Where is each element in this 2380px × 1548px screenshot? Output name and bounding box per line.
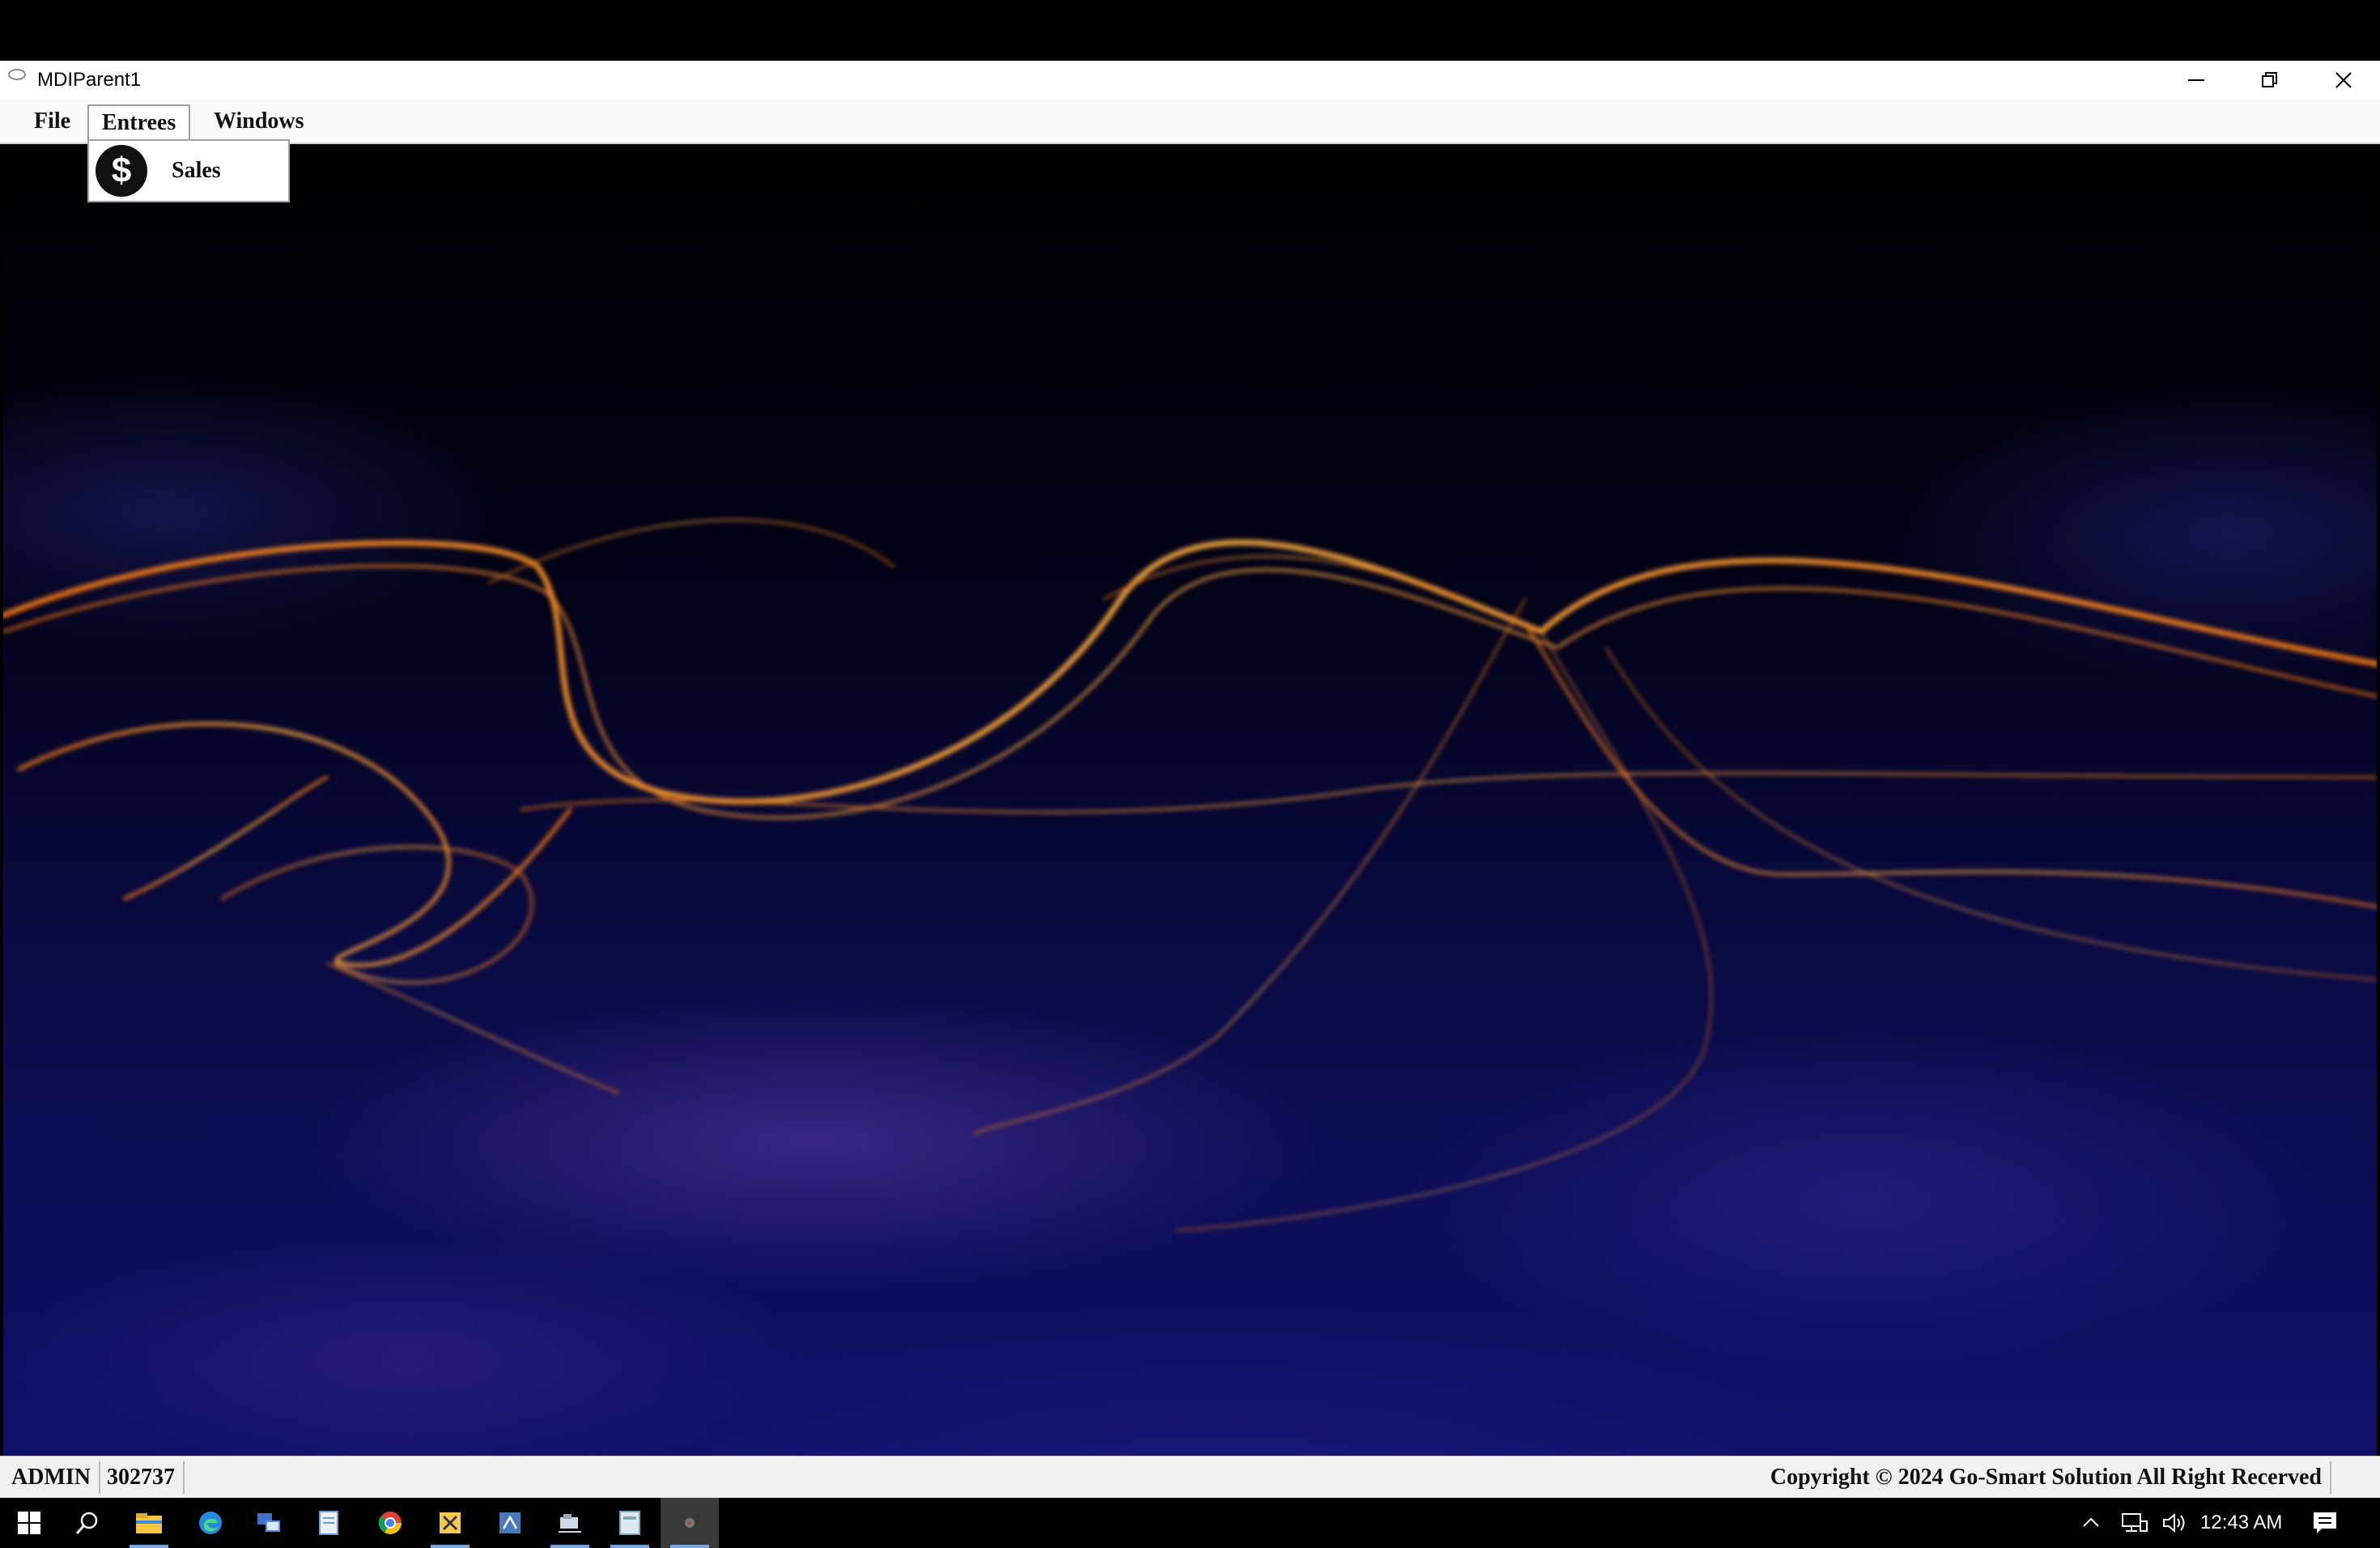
start-button[interactable] [0,1498,58,1548]
notes-app-icon [619,1511,640,1535]
tray-notification-button[interactable] [2312,1498,2338,1548]
search-button[interactable] [58,1498,117,1548]
mdi-app-icon [685,1518,695,1528]
minimize-icon [2187,79,2204,81]
taskbar-chrome[interactable] [361,1498,419,1548]
menu-bar: File Entrees Windows [0,99,2380,144]
close-button[interactable] [2306,61,2380,99]
menu-file[interactable]: File [21,104,83,138]
notepad-icon [319,1511,338,1535]
taskbar-notepad[interactable] [300,1498,358,1548]
wallpaper-flame-art [3,518,2377,1232]
app-running-indicator [550,1545,589,1548]
status-user: ADMIN [3,1461,100,1494]
window-title-bar[interactable]: MDIParent1 [0,61,2380,99]
taskbar-edge[interactable] [181,1498,240,1548]
search-icon [75,1512,98,1534]
taskbar: 12:43 AM [0,1498,2380,1548]
minimize-button[interactable] [2159,61,2233,99]
menu-item-sales-label: Sales [172,158,221,183]
window-controls [2159,61,2380,99]
taskbar-clock[interactable]: 12:43 AM [2200,1498,2282,1548]
tools-app-icon [440,1512,461,1533]
windows-start-icon [18,1512,40,1534]
dollar-icon: $ [96,145,147,197]
taskbar-app[interactable] [541,1498,599,1548]
taskbar-sql-app[interactable] [481,1498,539,1548]
tray-volume-button[interactable] [2161,1498,2189,1548]
edge-icon [199,1512,222,1534]
taskbar-network-app[interactable] [240,1498,298,1548]
menu-item-sales[interactable]: $ Sales [89,141,288,201]
taskbar-mdi-app[interactable] [661,1498,719,1548]
app-window-icon [8,68,26,80]
restore-icon [2261,71,2277,87]
restore-button[interactable] [2233,61,2306,99]
tray-network-button[interactable] [2121,1498,2148,1548]
chrome-icon [378,1512,402,1534]
notification-icon [2314,1512,2336,1533]
tools-app-running-indicator [431,1545,470,1548]
menu-entrees[interactable]: Entrees [87,104,191,141]
taskbar-tools-app[interactable] [421,1498,479,1548]
chevron-up-icon [2083,1517,2099,1527]
screen-top-margin [0,0,2380,61]
mdi-app-running-indicator [670,1545,709,1548]
entrees-dropdown: $ Sales [87,139,290,202]
volume-icon [2163,1512,2185,1533]
status-copyright: Copyright © 2024 Go-Smart Solution All R… [1762,1461,2331,1494]
network-app-icon [257,1513,280,1532]
file-explorer-icon [136,1513,162,1533]
taskbar-file-explorer[interactable] [120,1498,178,1548]
file-explorer-running-indicator [130,1545,168,1548]
close-icon [2335,71,2352,88]
status-code: 302737 [99,1461,185,1494]
sql-app-icon [499,1512,521,1533]
network-icon [2122,1513,2148,1532]
mdi-client-area[interactable] [3,146,2377,1456]
tray-overflow-button[interactable] [2080,1498,2102,1548]
status-bar: ADMIN 302737 Copyright © 2024 Go-Smart S… [0,1456,2380,1498]
menu-windows[interactable]: Windows [201,104,317,138]
notes-app-running-indicator [610,1545,649,1548]
taskbar-notes-app[interactable] [601,1498,659,1548]
window-title: MDIParent1 [37,68,142,91]
app-icon [559,1514,581,1533]
